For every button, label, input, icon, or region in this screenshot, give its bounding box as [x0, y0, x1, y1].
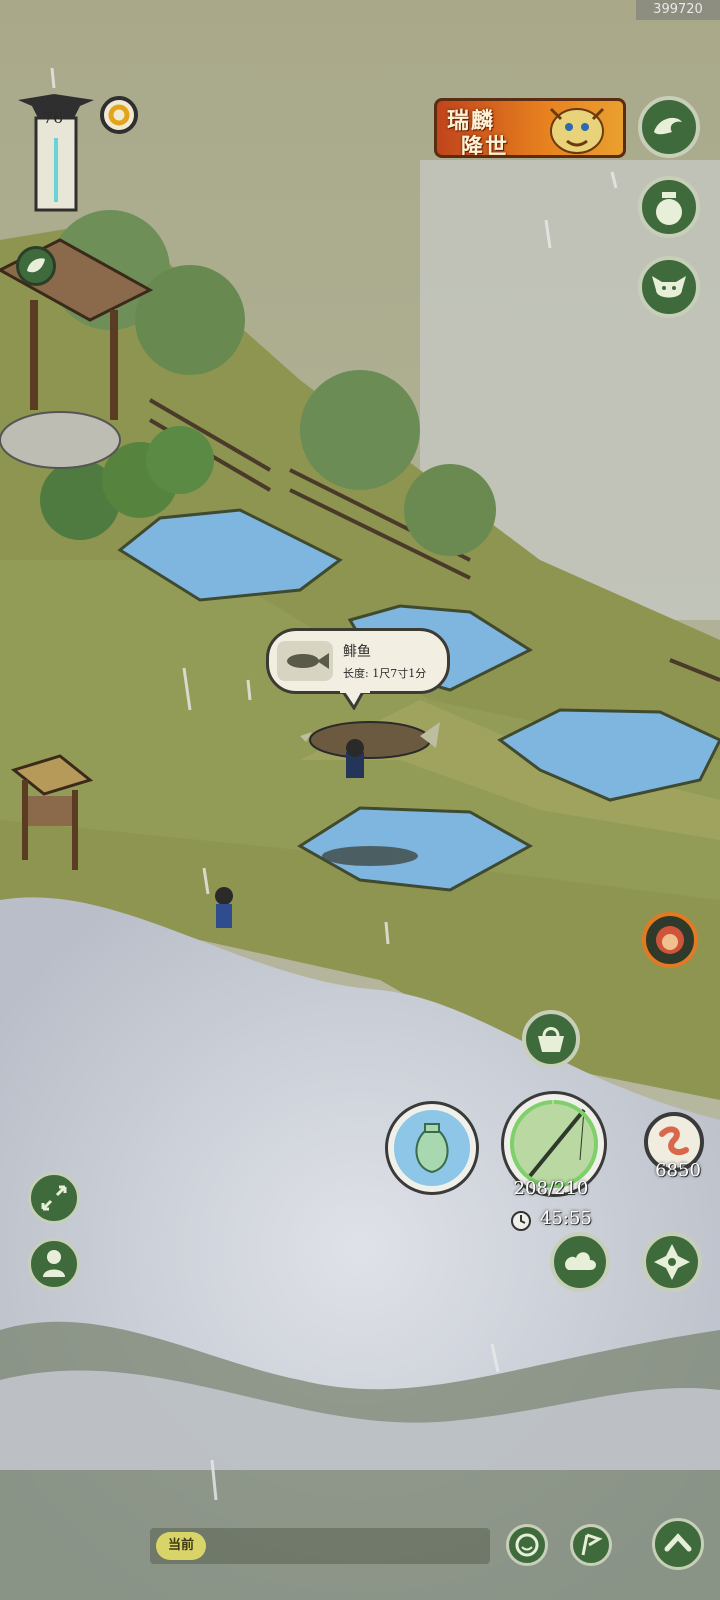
session-timer: 45:55 [540, 1208, 592, 1229]
goblin-icon [652, 276, 686, 298]
jar-icon [656, 192, 682, 225]
chevron-up-icon [664, 1533, 692, 1552]
fish-length: 长度: 1尺7寸1分 [343, 667, 427, 680]
event-banner-button[interactable]: 瑞麟 降世 [434, 98, 626, 158]
wave-button[interactable] [638, 96, 700, 158]
vase-button[interactable] [388, 1104, 476, 1192]
flag-button[interactable] [570, 1524, 612, 1566]
expand-button[interactable] [28, 1172, 80, 1224]
scroll-up-button[interactable] [652, 1518, 704, 1570]
stamina-value: 208/210 [513, 1178, 589, 1199]
coin-ring-icon[interactable] [100, 96, 138, 134]
catch-popup: 鲱鱼 长度: 1尺7寸1分 [266, 628, 450, 694]
stamina-ring [510, 1100, 598, 1188]
flag-icon [581, 1533, 603, 1556]
monk-face-icon [656, 926, 684, 954]
compass-button[interactable] [642, 1232, 702, 1292]
player-level: 76 [42, 108, 64, 127]
compass-icon [654, 1244, 690, 1280]
emoji-button[interactable] [506, 1524, 548, 1566]
clock-icon [511, 1211, 531, 1231]
bait-count: 6850 [655, 1160, 701, 1181]
event-banner-line2: 降世 [461, 134, 510, 158]
speech-tail [340, 690, 370, 710]
fish-name: 鲱鱼 [343, 644, 371, 660]
leaf-button[interactable] [16, 246, 56, 286]
fish-shadow [322, 846, 418, 866]
character-button[interactable] [28, 1238, 80, 1290]
leaf-icon [27, 258, 45, 273]
fish-icon [277, 641, 333, 681]
character-icon [43, 1250, 65, 1277]
goblin-button[interactable] [638, 256, 700, 318]
cloud-button[interactable] [550, 1232, 610, 1292]
basket-button[interactable] [522, 1010, 580, 1068]
expand-icon [41, 1185, 67, 1211]
player-id-badge: 399720 [636, 0, 720, 20]
game-stage: 399720 76 瑞麟 降世 鲱鱼 长度: 1尺7寸1分 208/210 45… [0, 0, 720, 1600]
smile-icon [515, 1533, 539, 1557]
dragon-icon [549, 107, 605, 154]
jar-button[interactable] [638, 176, 700, 238]
fishing-pond-scene [0, 0, 720, 1600]
basket-icon [538, 1027, 564, 1052]
vase-icon [415, 1123, 449, 1174]
npc-child [215, 887, 233, 928]
wave-icon [654, 117, 682, 135]
chat-channel-tag[interactable]: 当前 [156, 1532, 206, 1560]
cloud-icon [565, 1252, 596, 1270]
monk-button[interactable] [642, 912, 698, 968]
